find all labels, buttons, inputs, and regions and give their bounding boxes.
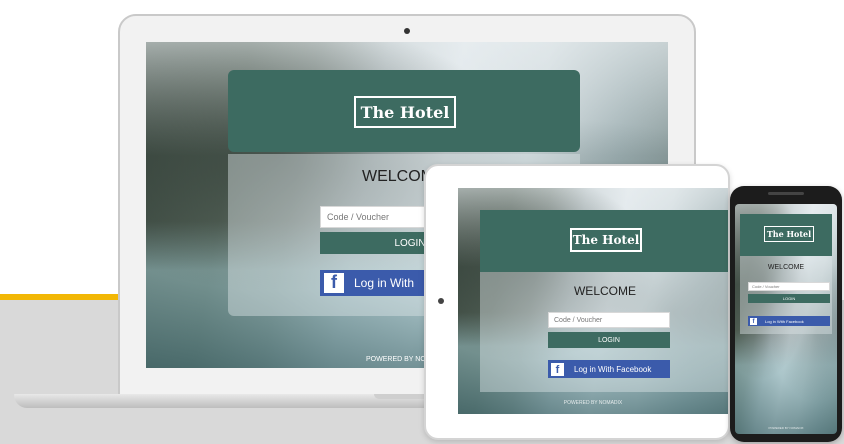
hotel-banner: The Hotel (228, 70, 580, 152)
facebook-login-label: Log in With (354, 276, 415, 290)
laptop-camera (404, 28, 410, 34)
facebook-login-button[interactable]: f Log in With Facebook (748, 316, 830, 326)
facebook-login-button[interactable]: f Log in With Facebook (548, 360, 670, 378)
voucher-input[interactable]: Code / Voucher (748, 282, 830, 291)
tablet-screen: The Hotel WELCOME Code / Voucher LOGIN f… (458, 188, 728, 414)
login-button[interactable]: LOGIN (748, 294, 830, 303)
welcome-heading: WELCOME (767, 264, 805, 271)
voucher-input[interactable]: Code / Voucher (548, 312, 670, 328)
login-panel: WELCOME Code / Voucher LOGIN f Log in Wi… (480, 272, 728, 392)
hotel-banner: The Hotel (740, 214, 832, 256)
phone-speaker (768, 192, 804, 195)
accent-line (0, 294, 120, 300)
welcome-heading: WELCOME (573, 284, 636, 298)
login-panel: WELCOME Code / Voucher LOGIN f Log in Wi… (740, 256, 832, 334)
facebook-login-label: Log in With Facebook (574, 364, 652, 374)
hotel-logo: The Hotel (354, 96, 456, 128)
tablet-camera (438, 298, 444, 304)
login-button[interactable]: LOGIN (548, 332, 670, 348)
device-mockup-stage: The Hotel WELCOM Code / Voucher LOGIN f … (0, 0, 844, 444)
powered-by: POWERED BY NOMADIX (768, 426, 804, 430)
facebook-login-label: Log in With Facebook (765, 318, 804, 324)
facebook-icon: f (551, 362, 564, 376)
phone-screen: The Hotel WELCOME Code / Voucher LOGIN f… (735, 204, 837, 434)
hotel-logo: The Hotel (570, 228, 642, 252)
powered-by: POWERED BY NO (366, 356, 426, 363)
facebook-icon: f (324, 272, 344, 293)
hotel-logo: The Hotel (764, 226, 814, 242)
powered-by: POWERED BY NOMADIX (563, 400, 623, 406)
hotel-banner: The Hotel (480, 210, 728, 272)
facebook-icon: f (750, 317, 757, 325)
